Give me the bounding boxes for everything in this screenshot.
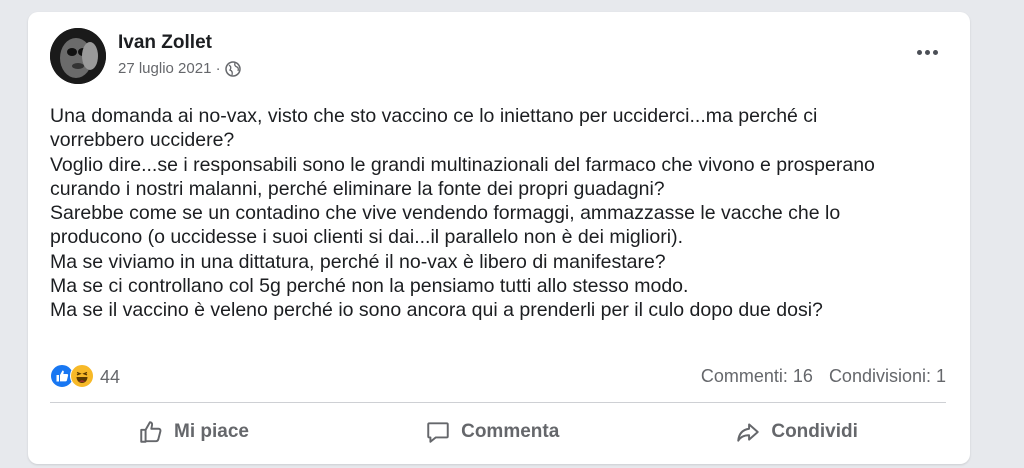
more-options-icon[interactable] (912, 46, 942, 58)
post-text-line: Voglio dire...se i responsabili sono le … (50, 153, 875, 176)
post-text-line: Ma se ci controllano col 5g perché non l… (50, 275, 689, 298)
post-text-line: producono (o uccidesse i suoi clienti si… (50, 226, 683, 249)
post-text-line: Sarebbe come se un contadino che vive ve… (50, 202, 841, 225)
shares-count[interactable]: Condivisioni: 1 (829, 366, 946, 387)
post-text-line: Ma se il vaccino è veleno perché io sono… (50, 299, 823, 322)
comment-icon (427, 422, 449, 443)
reactions-summary[interactable]: 44 (50, 364, 120, 390)
like-button[interactable]: Mi piace (118, 413, 269, 451)
share-icon (737, 423, 760, 442)
post-text-line: Una domanda ai no-vax, visto che sto vac… (50, 105, 818, 127)
post-actions: Mi piace Commenta Condividi (50, 410, 946, 454)
post-text: Una domanda ai no-vax, visto che sto vac… (50, 104, 950, 323)
post-meta: 27 luglio 2021 · (118, 60, 241, 77)
post-stats: Commenti: 16 Condivisioni: 1 (701, 366, 946, 387)
thumbs-up-icon (140, 421, 162, 443)
reaction-count: 44 (100, 366, 121, 387)
divider (50, 402, 946, 403)
haha-reaction-icon (70, 364, 94, 388)
post-card: Ivan Zollet 27 luglio 2021 · Una domanda… (28, 12, 970, 464)
post-text-line: Ma se viviamo in una dittatura, perché i… (50, 250, 666, 273)
avatar[interactable] (50, 28, 106, 84)
post-text-line: vorrebbero uccidere? (50, 129, 235, 152)
share-button[interactable]: Condividi (715, 413, 878, 451)
comment-button[interactable]: Commenta (405, 413, 579, 451)
comment-button-label: Commenta (461, 421, 560, 442)
like-button-label: Mi piace (174, 421, 250, 442)
globe-icon (224, 60, 241, 77)
comments-count[interactable]: Commenti: 16 (701, 366, 813, 387)
post-text-line: curando i nostri malanni, perché elimina… (50, 177, 665, 200)
post-date[interactable]: 27 luglio 2021 · (118, 60, 221, 77)
share-button-label: Condividi (771, 421, 858, 442)
author-name[interactable]: Ivan Zollet (118, 32, 212, 54)
